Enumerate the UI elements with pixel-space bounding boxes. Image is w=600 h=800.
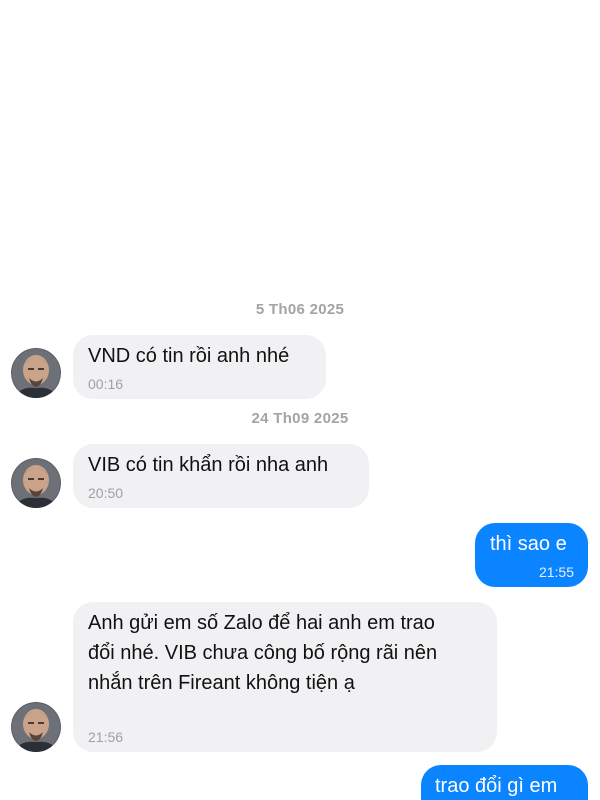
outgoing-message[interactable]: trao đổi gì em	[421, 765, 588, 800]
sender-avatar[interactable]	[11, 348, 61, 398]
avatar-icon	[11, 702, 61, 752]
message-text: VIB có tin khẩn rồi nha anh	[88, 454, 329, 476]
message-text-line: đổi nhé. VIB chưa công bố rộng rãi nên	[88, 642, 438, 664]
message-text-line: nhắn trên Fireant không tiện ạ	[88, 672, 355, 694]
message-text: VND có tin rồi anh nhé	[88, 345, 290, 367]
incoming-message[interactable]: VND có tin rồi anh nhé 00:16	[73, 335, 326, 399]
message-text: trao đổi gì em	[435, 775, 558, 797]
message-text-line: Anh gửi em số Zalo để hai anh em trao	[88, 612, 435, 634]
sender-avatar[interactable]	[11, 702, 61, 752]
date-separator: 24 Th09 2025	[251, 410, 349, 427]
incoming-message[interactable]: Anh gửi em số Zalo để hai anh em trao đổ…	[73, 602, 497, 752]
sender-avatar[interactable]	[11, 458, 61, 508]
message-time: 21:56	[88, 729, 124, 745]
avatar-icon	[11, 458, 61, 508]
message-time: 21:55	[538, 564, 574, 580]
incoming-message[interactable]: VIB có tin khẩn rồi nha anh 20:50	[73, 444, 369, 508]
message-text: thì sao e	[490, 533, 567, 555]
message-time: 00:16	[88, 376, 124, 392]
outgoing-message[interactable]: thì sao e 21:55	[475, 523, 588, 587]
chat-thread: 5 Th06 2025 VND có tin rồi anh nhé 00:16…	[0, 0, 600, 800]
date-separator: 5 Th06 2025	[255, 301, 345, 318]
message-time: 20:50	[88, 485, 124, 501]
avatar-icon	[11, 348, 61, 398]
